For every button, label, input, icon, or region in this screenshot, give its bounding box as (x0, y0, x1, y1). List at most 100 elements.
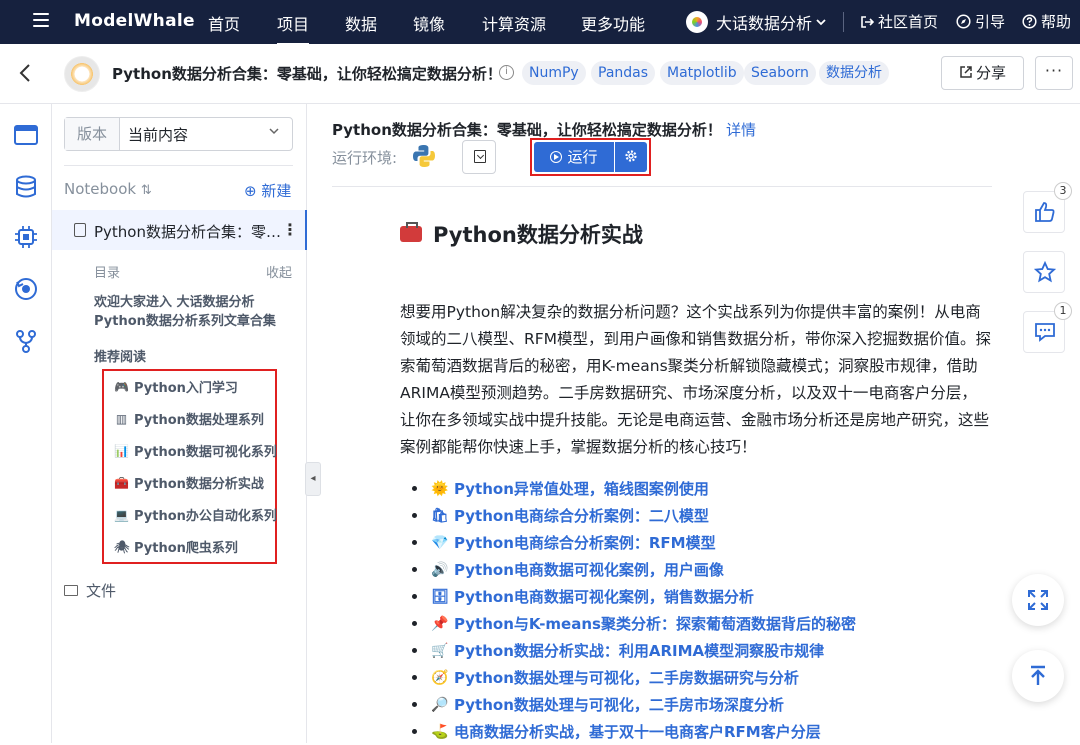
nav-home[interactable]: 首页 (208, 11, 240, 35)
version-label: 版本 (65, 118, 120, 150)
arrow-up-to-top-icon (1031, 665, 1045, 685)
play-icon (550, 151, 563, 163)
intro-paragraph: 想要用Python解决复杂的数据分析问题？这个实战系列为你提供丰富的案例！从电商… (400, 303, 992, 456)
folder-icon (64, 585, 78, 596)
git-branch-icon[interactable] (13, 328, 39, 354)
tag-pandas[interactable]: Pandas (591, 61, 656, 85)
new-notebook-button[interactable]: ⊕ 新建 (244, 180, 291, 201)
list-item[interactable]: 💎 Python电商综合分析案例：RFM模型 (412, 529, 856, 556)
info-icon[interactable]: i (499, 65, 514, 80)
nav-images[interactable]: 镜像 (413, 11, 445, 35)
list-item[interactable]: 🔊 Python电商数据可视化案例，用户画像 (412, 556, 856, 583)
top-nav: ModelWhale 首页 项目 数据 镜像 计算资源 更多功能 大话数据分析 … (0, 0, 1080, 46)
list-item[interactable]: 🛍 Python电商综合分析案例：二八模型 (412, 502, 856, 529)
nav-data[interactable]: 数据 (345, 11, 377, 35)
comment-button[interactable]: 1 (1023, 302, 1072, 353)
toc-label: 目录 (94, 266, 121, 281)
toc-item-data-processing[interactable]: ▥ Python数据处理系列 (114, 409, 264, 429)
community-link[interactable]: 社区首页 (860, 11, 938, 32)
project-logo (64, 56, 100, 92)
toc-item-analysis-practice[interactable]: 🧰 Python数据分析实战 (114, 473, 264, 493)
version-value: 当前内容 (128, 126, 189, 144)
notebook-item[interactable]: Python数据分析合集：零… ⋮ (52, 210, 307, 250)
notebook-sidebar: 版本 当前内容 Notebook ⇅ ⊕ 新建 Python数据分析合集：零… … (52, 104, 307, 743)
tag-seaborn[interactable]: Seaborn (744, 61, 816, 85)
run-button[interactable]: 运行 (534, 142, 614, 172)
workspace-avatar (686, 11, 708, 33)
bookmark-icon (474, 150, 486, 163)
chevron-down-icon (816, 19, 826, 26)
back-arrow-icon[interactable] (18, 62, 32, 84)
list-item[interactable]: ⛳ 电商数据分析实战，基于双十一电商客户RFM客户分层 (412, 718, 856, 745)
env-label: 运行环境: (332, 149, 398, 167)
toc-item-crawler[interactable]: 🕷 Python爬虫系列 (114, 537, 238, 557)
divider (64, 165, 293, 166)
sort-icon[interactable]: ⇅ (141, 183, 152, 198)
list-item[interactable]: 🗄 Python电商数据可视化案例，销售数据分析 (412, 583, 856, 610)
collapse-toc-button[interactable]: 收起 (266, 262, 292, 281)
project-header: Python数据分析合集：零基础，让你轻松搞定数据分析！ i NumPy Pan… (0, 44, 1080, 104)
article-link-list: 🌞 Python异常值处理，箱线图案例使用 🛍 Python电商综合分析案例：二八模… (412, 475, 856, 745)
outline-toggle-button[interactable] (462, 140, 496, 174)
list-item[interactable]: 🌞 Python异常值处理，箱线图案例使用 (412, 475, 856, 502)
like-button[interactable]: 3 (1023, 182, 1072, 233)
python-icon (413, 145, 435, 167)
project-title: Python数据分析合集：零基础，让你轻松搞定数据分析！ (112, 65, 502, 83)
tag-matplotlib[interactable]: Matplotlib (660, 61, 744, 85)
divider (332, 186, 992, 187)
workspace-switcher[interactable]: 大话数据分析 (686, 10, 827, 34)
notebook-section-label[interactable]: Notebook ⇅ (64, 180, 152, 198)
guide-link[interactable]: 引导 (956, 11, 1005, 32)
content-heading: Python数据分析实战 (400, 219, 643, 249)
toc-item-visualization[interactable]: 📊 Python数据可视化系列 (114, 441, 277, 461)
nav-more[interactable]: 更多功能 (581, 11, 645, 35)
list-item[interactable]: 📌 Python与K-means聚类分析：探索葡萄酒数据背后的秘密 (412, 610, 856, 637)
expand-icon (1028, 590, 1048, 610)
toc-item-welcome[interactable]: 欢迎大家进入 大话数据分析 Python数据分析系列文章合集 (94, 293, 294, 331)
tag-data-analysis[interactable]: 数据分析 (819, 61, 889, 85)
share-button[interactable]: 分享 (941, 56, 1024, 90)
left-rail (0, 104, 52, 743)
run-settings-button[interactable] (615, 142, 647, 172)
sidebar-toggle-handle[interactable]: ◂ (305, 462, 321, 496)
favorite-button[interactable] (1023, 251, 1065, 293)
chip-icon[interactable] (13, 224, 39, 250)
workspace-name: 大话数据分析 (716, 14, 813, 33)
brand-logo[interactable]: ModelWhale (74, 11, 195, 31)
star-icon (1034, 261, 1056, 283)
menu-icon[interactable] (33, 13, 49, 29)
more-options-button[interactable]: ··· (1035, 56, 1073, 90)
notebook-icon[interactable] (13, 122, 39, 148)
comment-count: 1 (1054, 302, 1072, 320)
like-count: 3 (1054, 182, 1072, 200)
database-icon[interactable] (13, 174, 39, 200)
details-link[interactable]: 详情 (726, 119, 756, 140)
comment-icon (1035, 323, 1055, 342)
list-item[interactable]: 🔎 Python数据处理与可视化，二手房市场深度分析 (412, 691, 856, 718)
highlight-box (102, 369, 277, 564)
toc-item-recommend[interactable]: 推荐阅读 (94, 346, 146, 365)
help-icon (1022, 14, 1037, 29)
compass-icon (956, 14, 971, 29)
nav-projects[interactable]: 项目 (277, 11, 310, 46)
notebook-title: Python数据分析合集：零基础，让你轻松搞定数据分析！ (332, 121, 722, 139)
notebook-item-menu-icon[interactable]: ⋮ (282, 220, 298, 239)
share-icon (960, 66, 972, 78)
exit-icon (861, 15, 874, 28)
list-item[interactable]: 🧭 Python数据处理与可视化，二手房数据研究与分析 (412, 664, 856, 691)
scroll-to-top-button[interactable] (1012, 650, 1064, 702)
tag-numpy[interactable]: NumPy (522, 61, 586, 85)
nav-divider (843, 12, 844, 32)
list-item[interactable]: 🛒 Python数据分析实战：利用ARIMA模型洞察股市规律 (412, 637, 856, 664)
history-icon[interactable] (13, 276, 39, 302)
fullscreen-button[interactable] (1012, 574, 1064, 626)
gear-icon (625, 150, 637, 162)
help-link[interactable]: 帮助 (1022, 11, 1071, 32)
version-select[interactable]: 版本 当前内容 (64, 117, 293, 151)
files-section[interactable]: 文件 (64, 580, 116, 601)
toc-item-python-intro[interactable]: 🎮 Python入门学习 (114, 377, 238, 397)
toc-item-office-automation[interactable]: 💻 Python办公自动化系列 (114, 505, 277, 525)
file-icon (74, 223, 86, 237)
nav-compute[interactable]: 计算资源 (482, 11, 546, 35)
thumbs-up-icon (1035, 202, 1055, 222)
